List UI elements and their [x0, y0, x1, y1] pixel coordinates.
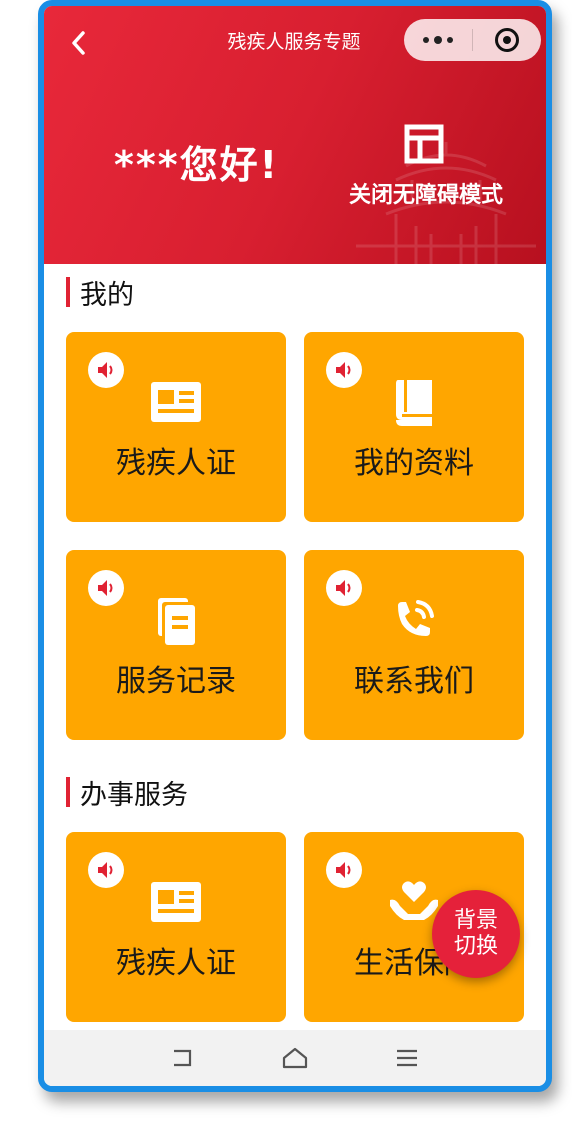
- speaker-icon: [336, 362, 351, 378]
- speaker-icon: [98, 362, 113, 378]
- chevron-left-icon: [72, 31, 85, 55]
- nav-menu-icon: [397, 1049, 417, 1067]
- target-dot: [503, 36, 511, 44]
- hero-banner: 残疾人服务专题 ***您好! 关闭无障碍模式: [44, 6, 546, 264]
- card-label: 服务记录: [116, 664, 236, 699]
- speaker-icon: [98, 862, 113, 878]
- accessibility-toggle-label: 关闭无障碍模式: [348, 183, 503, 208]
- system-nav-bar: [44, 1030, 546, 1086]
- accessibility-toggle-button[interactable]: 关闭无障碍模式: [326, 120, 526, 220]
- card-service-records[interactable]: 服务记录: [66, 550, 286, 740]
- more-dots-icon: [423, 37, 429, 43]
- card-disability-certificate[interactable]: 残疾人证: [66, 332, 286, 522]
- nav-home-icon: [282, 1047, 308, 1069]
- back-button[interactable]: [66, 30, 92, 56]
- phone-frame: 残疾人服务专题 ***您好! 关闭无障碍模式 我的 残疾人证 我的资料 服务记录…: [38, 0, 552, 1092]
- documents-icon: [158, 598, 195, 645]
- fab-label-line1: 背景: [453, 908, 498, 933]
- speaker-button[interactable]: [326, 352, 362, 388]
- card-label: 残疾人证: [116, 946, 236, 981]
- fab-label-line2: 切换: [453, 934, 498, 959]
- section-heading-mine: 我的: [66, 272, 134, 312]
- more-dot-right: [447, 37, 453, 43]
- target-circle-icon: [495, 28, 519, 52]
- id-card-icon: [151, 882, 201, 922]
- card-my-profile[interactable]: 我的资料: [304, 332, 524, 522]
- speaker-icon: [336, 862, 351, 878]
- id-card-icon: [151, 382, 201, 422]
- card-disability-certificate-service[interactable]: 残疾人证: [66, 832, 286, 1022]
- mini-program-capsule: [404, 19, 541, 61]
- book-icon: [396, 380, 432, 426]
- layout-panel-icon: [404, 124, 444, 164]
- close-mini-program-button[interactable]: [473, 19, 541, 61]
- nav-back-button[interactable]: [163, 1038, 203, 1078]
- nav-back-icon: [174, 1049, 192, 1067]
- card-label: 我的资料: [354, 446, 474, 481]
- more-dot-center: [434, 36, 442, 44]
- speaker-button[interactable]: [326, 852, 362, 888]
- speaker-button[interactable]: [88, 570, 124, 606]
- section-accent-bar: [66, 277, 70, 307]
- top-bar: 残疾人服务专题: [44, 6, 546, 78]
- speaker-button[interactable]: [88, 852, 124, 888]
- speaker-icon: [336, 580, 351, 596]
- nav-menu-button[interactable]: [387, 1038, 427, 1078]
- card-label: 联系我们: [354, 664, 474, 699]
- background-switch-button[interactable]: 背景 切换: [432, 890, 520, 978]
- section-title: 办事服务: [80, 779, 188, 811]
- page-title: 残疾人服务专题: [227, 31, 361, 53]
- phone-call-icon: [398, 600, 434, 636]
- card-contact-us[interactable]: 联系我们: [304, 550, 524, 740]
- hands-heart-icon: [390, 881, 438, 920]
- speaker-icon: [98, 580, 113, 596]
- section-heading-services: 办事服务: [66, 772, 188, 812]
- speaker-button[interactable]: [88, 352, 124, 388]
- nav-home-button[interactable]: [275, 1038, 315, 1078]
- section-accent-bar: [66, 777, 70, 807]
- more-button[interactable]: [404, 19, 472, 61]
- section-title: 我的: [80, 279, 134, 311]
- greeting-text: ***您好!: [114, 143, 279, 187]
- speaker-button[interactable]: [326, 570, 362, 606]
- card-label: 残疾人证: [116, 446, 236, 481]
